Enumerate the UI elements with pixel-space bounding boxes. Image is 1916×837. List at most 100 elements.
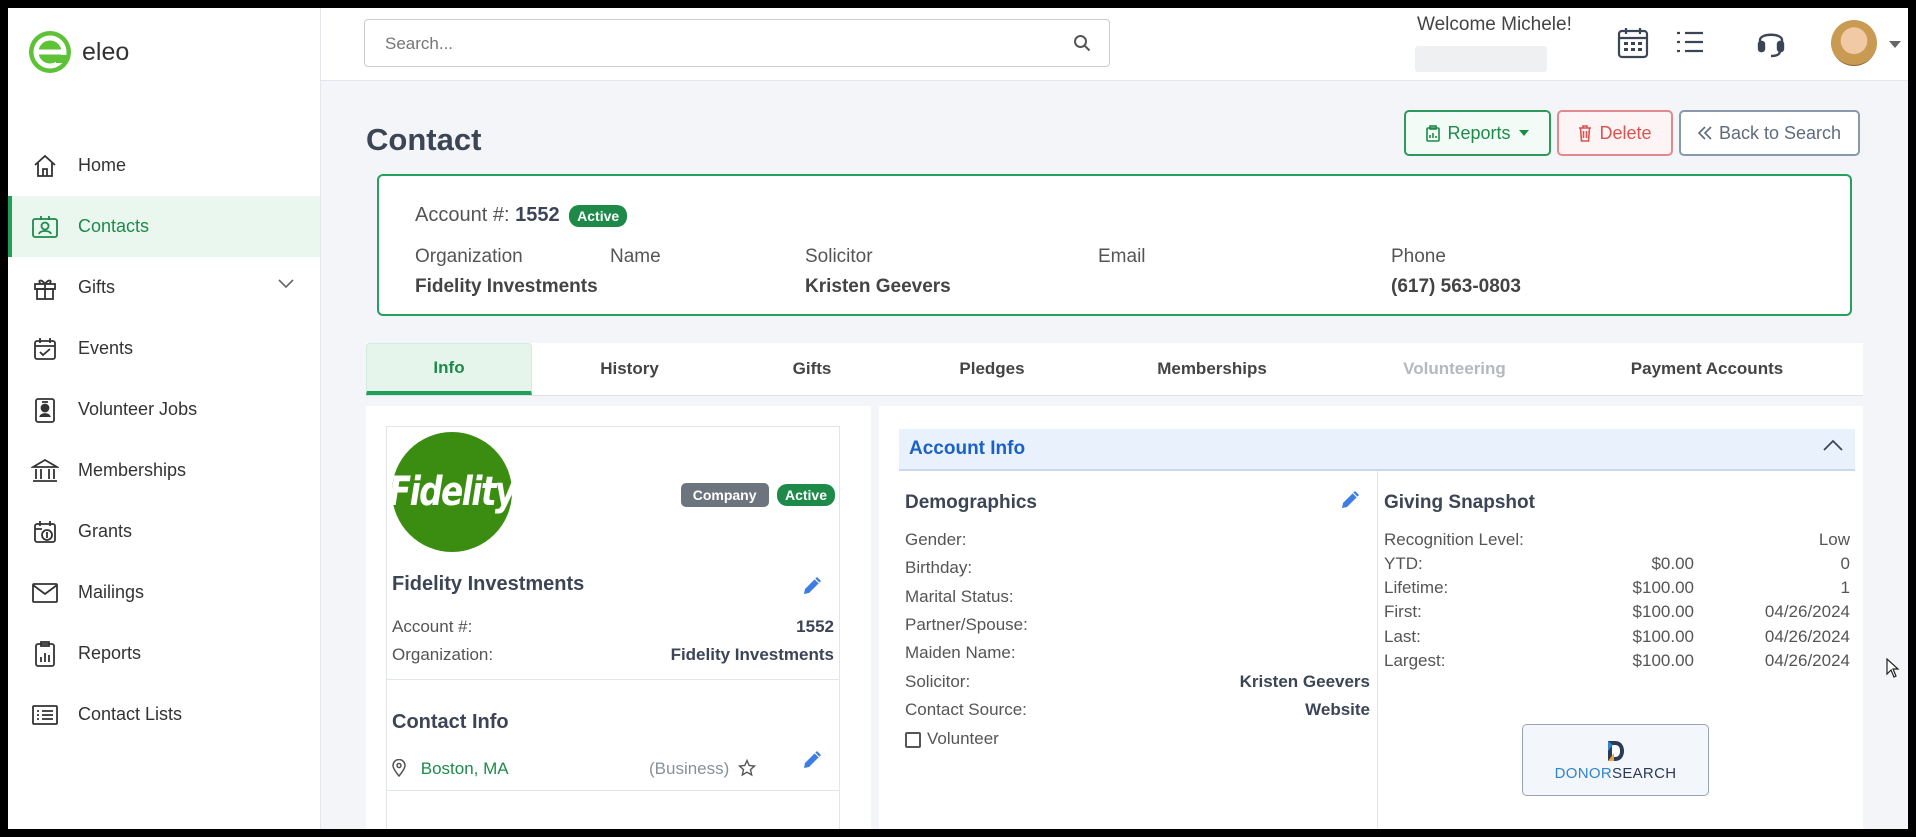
row-extra: 1 bbox=[1840, 578, 1850, 597]
volunteer-label: Volunteer bbox=[927, 729, 999, 748]
tab-gifts[interactable]: Gifts bbox=[727, 343, 897, 395]
status-badge: Active bbox=[569, 204, 628, 227]
donorsearch-label: DONORSEARCH bbox=[1555, 765, 1677, 782]
tab-payment-accounts[interactable]: Payment Accounts bbox=[1572, 343, 1842, 395]
sidebar-item-label: Contact Lists bbox=[78, 704, 183, 724]
demographics-row: Maiden Name: bbox=[905, 643, 1370, 663]
account-number: 1552 bbox=[515, 204, 560, 226]
map-pin-icon bbox=[392, 758, 406, 778]
search-input[interactable] bbox=[365, 20, 1067, 68]
row-label: Last: bbox=[1384, 627, 1421, 646]
row-value: Website bbox=[1305, 700, 1370, 719]
summary-label: Organization bbox=[415, 246, 523, 267]
summary-value[interactable]: (617) 563-0803 bbox=[1391, 276, 1521, 298]
sidebar-nav: Home Contacts Gifts Events Volunteer Job… bbox=[8, 135, 320, 745]
tab-history[interactable]: History bbox=[532, 343, 727, 395]
tab-memberships[interactable]: Memberships bbox=[1087, 343, 1337, 395]
sidebar-item-label: Memberships bbox=[78, 460, 187, 480]
kv-value: 1552 bbox=[796, 617, 834, 636]
summary-value: Fidelity Investments bbox=[415, 276, 598, 297]
back-to-search-button[interactable]: Back to Search bbox=[1679, 110, 1860, 156]
sidebar-item-label: Gifts bbox=[78, 277, 116, 297]
giving-row: Lifetime: $100.00 1 bbox=[1384, 578, 1850, 598]
tab-pledges[interactable]: Pledges bbox=[897, 343, 1087, 395]
eleo-logo-icon bbox=[29, 31, 71, 73]
top-bar: Welcome Michele! bbox=[321, 8, 1908, 81]
sidebar-item-reports[interactable]: Reports bbox=[8, 623, 320, 684]
search-icon[interactable] bbox=[1073, 34, 1091, 52]
double-chevron-left-icon bbox=[1697, 126, 1712, 140]
delete-button[interactable]: Delete bbox=[1557, 110, 1673, 156]
user-avatar[interactable] bbox=[1831, 20, 1877, 66]
row-label: Largest: bbox=[1384, 651, 1446, 670]
profile-organization-row: Organization: Fidelity Investments bbox=[392, 645, 834, 665]
brand[interactable]: eleo bbox=[28, 30, 129, 74]
tab-info[interactable]: Info bbox=[366, 343, 532, 395]
row-label: Lifetime: bbox=[1384, 578, 1449, 597]
giving-row: YTD: $0.00 0 bbox=[1384, 554, 1850, 574]
headset-support-icon[interactable] bbox=[1756, 26, 1786, 58]
giving-row: First: $100.00 04/26/2024 bbox=[1384, 602, 1850, 622]
list-icon bbox=[30, 700, 60, 730]
sidebar-item-contact-lists[interactable]: Contact Lists bbox=[8, 684, 320, 745]
row-label: Partner/Spouse: bbox=[905, 615, 1028, 634]
edit-pencil-icon[interactable] bbox=[801, 573, 825, 597]
sidebar-item-label: Contacts bbox=[78, 216, 150, 236]
sidebar-item-contacts[interactable]: Contacts bbox=[8, 196, 320, 257]
demographics-row: Marital Status: bbox=[905, 587, 1370, 607]
contact-tabs: Info History Gifts Pledges Memberships V… bbox=[366, 343, 1863, 396]
user-menu-caret-icon[interactable] bbox=[1889, 41, 1901, 48]
location-link[interactable]: Boston, MA bbox=[421, 759, 509, 778]
welcome-message: Welcome Michele! bbox=[1417, 14, 1572, 35]
chevron-up-icon[interactable] bbox=[1823, 439, 1843, 451]
chevron-down-icon[interactable] bbox=[278, 279, 294, 289]
delete-button-label: Delete bbox=[1599, 122, 1652, 143]
sidebar-item-memberships[interactable]: Memberships bbox=[8, 440, 320, 501]
sidebar-item-mailings[interactable]: Mailings bbox=[8, 562, 320, 623]
envelope-icon bbox=[30, 578, 60, 608]
summary-label: Name bbox=[610, 246, 661, 267]
account-info-title: Account Info bbox=[909, 438, 1026, 459]
sidebar-item-home[interactable]: Home bbox=[8, 135, 320, 196]
calendar-icon[interactable] bbox=[1616, 26, 1650, 60]
row-value: Kristen Geevers bbox=[1239, 672, 1370, 691]
demographics-section: Demographics Gender: Birthday: Marital S… bbox=[899, 471, 1378, 829]
sidebar-item-grants[interactable]: Grants bbox=[8, 501, 320, 562]
back-to-search-label: Back to Search bbox=[1718, 122, 1842, 143]
welcome-subtext-redacted bbox=[1415, 46, 1547, 72]
sidebar-item-events[interactable]: Events bbox=[8, 318, 320, 379]
star-icon[interactable] bbox=[737, 758, 757, 777]
contact-card-icon bbox=[30, 212, 60, 242]
sidebar-item-label: Reports bbox=[78, 643, 142, 663]
volunteer-checkbox[interactable] bbox=[905, 732, 921, 748]
row-extra: 0 bbox=[1840, 554, 1850, 573]
status-badge: Active bbox=[776, 484, 835, 506]
row-extra: 04/26/2024 bbox=[1764, 651, 1850, 670]
logo-text: Fidelity bbox=[389, 469, 516, 515]
sidebar-item-label: Home bbox=[78, 155, 127, 175]
sidebar-item-volunteer-jobs[interactable]: Volunteer Jobs bbox=[8, 379, 320, 440]
demographics-row: Partner/Spouse: bbox=[905, 615, 1370, 635]
task-list-icon[interactable] bbox=[1675, 29, 1705, 55]
edit-pencil-icon[interactable] bbox=[1339, 487, 1363, 511]
home-icon bbox=[30, 151, 60, 181]
account-info-header[interactable]: Account Info bbox=[899, 429, 1855, 471]
sidebar-item-gifts[interactable]: Gifts bbox=[8, 257, 320, 318]
clipboard-chart-icon bbox=[30, 639, 60, 669]
contact-summary-card: Account #: 1552 Active Organization Fide… bbox=[377, 174, 1852, 316]
search-box bbox=[364, 19, 1110, 68]
edit-pencil-icon[interactable] bbox=[801, 747, 825, 771]
badge-icon bbox=[30, 395, 60, 425]
sidebar-item-label: Events bbox=[78, 338, 134, 358]
demographics-row: Birthday: bbox=[905, 558, 1370, 578]
row-label: Recognition Level: bbox=[1384, 530, 1524, 549]
reports-button[interactable]: Reports bbox=[1404, 110, 1551, 156]
volunteer-checkbox-row[interactable]: Volunteer bbox=[905, 729, 1370, 749]
donorsearch-button[interactable]: DONORSEARCH bbox=[1522, 724, 1709, 796]
profile-badges: Company Active bbox=[677, 483, 835, 507]
account-number-line: Account #: 1552 Active bbox=[415, 204, 628, 227]
summary-name: Name bbox=[610, 246, 661, 276]
row-label: First: bbox=[1384, 602, 1422, 621]
row-amount: $100.00 bbox=[1632, 651, 1694, 670]
brand-name: eleo bbox=[82, 37, 130, 66]
